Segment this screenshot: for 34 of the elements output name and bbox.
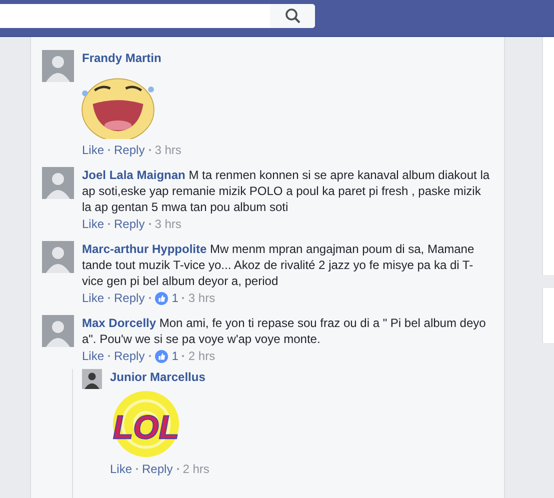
- search-field[interactable]: [0, 4, 315, 28]
- like-icon: [154, 292, 168, 304]
- timestamp: 3 hrs: [154, 216, 182, 233]
- avatar: [42, 241, 74, 273]
- timestamp: 2 hrs: [182, 461, 210, 478]
- like-link[interactable]: Like: [110, 460, 132, 478]
- timestamp: 2 hrs: [188, 348, 216, 365]
- avatar: [42, 50, 74, 82]
- reply-link[interactable]: Reply: [114, 215, 145, 233]
- avatar: [42, 167, 74, 199]
- like-link[interactable]: Like: [82, 215, 104, 233]
- search-icon[interactable]: [284, 8, 300, 24]
- reply-link[interactable]: Reply: [114, 141, 145, 159]
- like-link[interactable]: Like: [82, 289, 104, 307]
- avatar: [82, 369, 102, 389]
- like-count[interactable]: 1: [172, 347, 178, 365]
- author-link[interactable]: Joel Lala Maignan: [82, 168, 186, 182]
- author-link[interactable]: Junior Marcellus: [110, 370, 206, 384]
- author-link[interactable]: Marc-arthur Hyppolite: [82, 242, 207, 256]
- like-link[interactable]: Like: [82, 141, 104, 159]
- author-link[interactable]: Frandy Martin: [82, 51, 162, 65]
- timestamp: 3 hrs: [154, 142, 182, 159]
- reply-link[interactable]: Reply: [114, 289, 145, 307]
- comment-text: Joel Lala Maignan M ta renmen konnen si se apre kanaval album diakout la ap soti,eske yap remanie mizik POLO a poul ka paret pi fresh , paske mizik la ap gentan 5 mwa tan pou album soti: [82, 167, 491, 215]
- author-link[interactable]: Max Dorcelly: [82, 316, 156, 330]
- comment-text: Marc-arthur Hyppolite Mw menm mpran angajman poum di sa, Mamane tande tout muzik T-vice yo... Akoz de rivalité 2 jazz yo fe misye pa ka di T-vice gen pi bel album deyor a, period: [82, 241, 476, 289]
- like-icon: [154, 350, 168, 362]
- like-count[interactable]: 1: [172, 289, 178, 307]
- timestamp: 3 hrs: [188, 290, 216, 307]
- reply-link[interactable]: Reply: [114, 347, 145, 365]
- like-link[interactable]: Like: [82, 347, 104, 365]
- reply-link[interactable]: Reply: [142, 460, 173, 478]
- avatar: [42, 315, 74, 347]
- comment-text: Max Dorcelly Mon ami, fe yon ti repase sou fraz ou di a " Pi bel album deyo a". Pou'w we si se pa voye w'ap voye monte.: [82, 315, 487, 347]
